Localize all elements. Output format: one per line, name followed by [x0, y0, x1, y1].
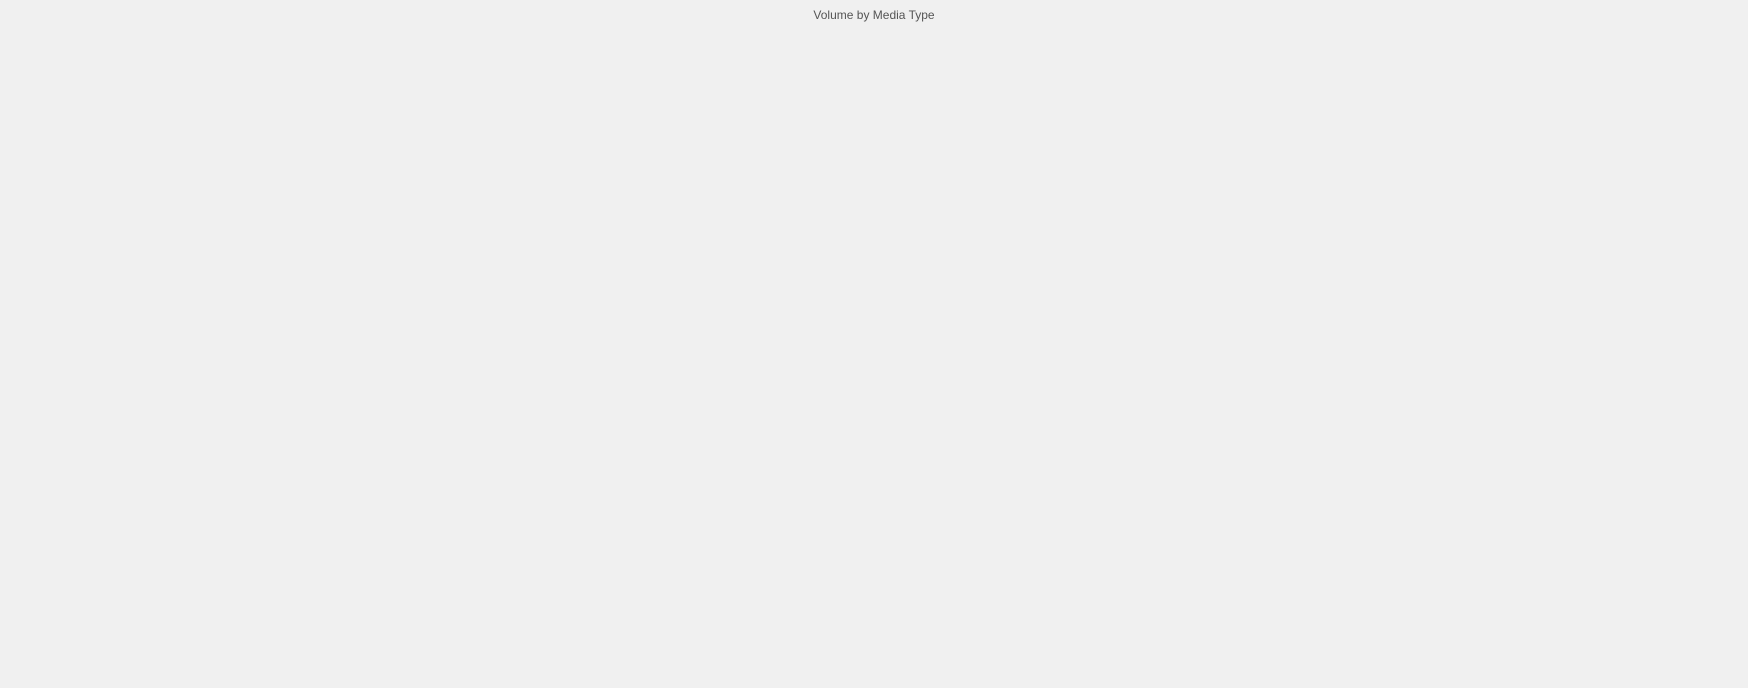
vmt-title-2: Volume by Media Type	[813, 8, 934, 22]
